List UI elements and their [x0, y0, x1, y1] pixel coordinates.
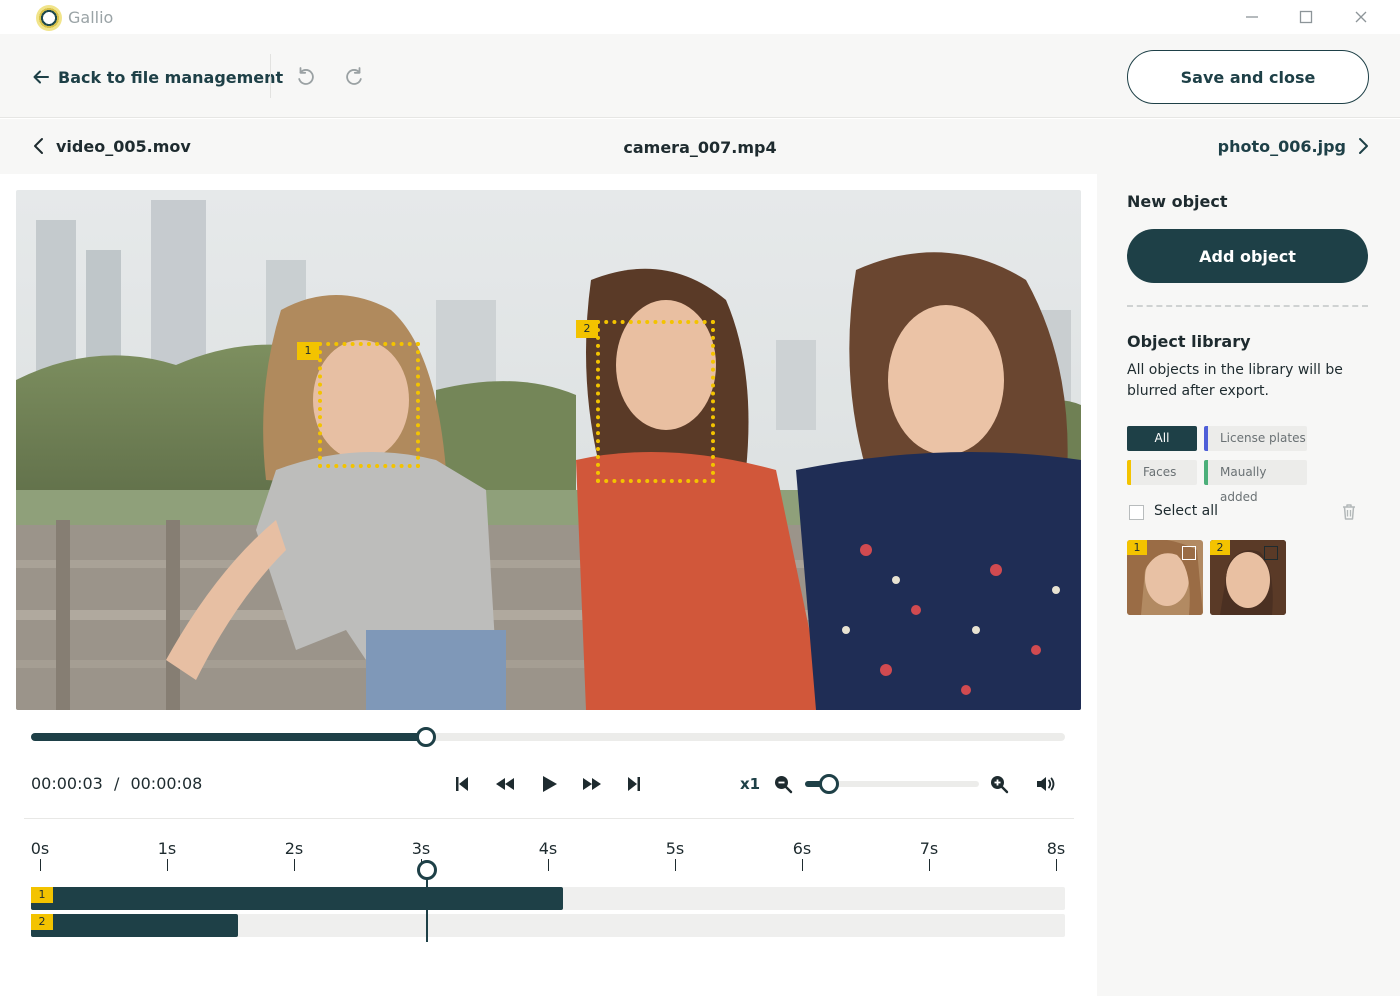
previous-file-link[interactable]: video_005.mov [32, 136, 191, 156]
progress-fill [31, 733, 426, 741]
new-object-heading: New object [1127, 192, 1228, 211]
minimize-icon[interactable] [1241, 6, 1263, 28]
detection-tag-2: 2 [576, 320, 598, 338]
back-to-file-management-link[interactable]: Back to file management [32, 64, 283, 90]
app-name: Gallio [68, 8, 114, 27]
thumbnail-checkbox-1[interactable] [1182, 546, 1196, 560]
gallio-logo-icon [36, 5, 62, 31]
zoom-slider-handle[interactable] [819, 774, 839, 794]
select-all-label: Select all [1154, 503, 1218, 519]
add-object-button[interactable]: Add object [1127, 229, 1368, 283]
volume-icon[interactable] [1034, 772, 1058, 796]
timeline-tick-label: 1s [157, 839, 177, 858]
timeline-tick-mark [548, 859, 549, 871]
filter-manually-added[interactable]: Maually added [1204, 460, 1307, 504]
timeline-tick-mark [1056, 859, 1057, 871]
timeline-tick-label: 8s [1046, 839, 1066, 858]
time-readout: 00:00:03 / 00:00:08 [31, 774, 202, 793]
current-time: 00:00:03 [31, 774, 103, 793]
filter-faces[interactable]: Faces [1127, 460, 1197, 485]
timeline-tick-label: 5s [665, 839, 685, 858]
rewind-icon[interactable] [493, 772, 517, 796]
redo-icon[interactable] [342, 64, 366, 88]
object-thumbnail-1[interactable]: 1 [1127, 540, 1203, 615]
chevron-right-icon [1359, 138, 1368, 154]
total-time: 00:00:08 [130, 774, 203, 793]
chevron-left-icon [34, 138, 43, 154]
timeline-segment-2[interactable] [31, 914, 239, 937]
timeline-tick-mark [294, 859, 295, 871]
thumbnail-checkbox-2[interactable] [1264, 546, 1278, 560]
playback-speed-button[interactable]: x1 [740, 775, 760, 793]
timeline-playhead-handle[interactable] [417, 860, 438, 880]
zoom-out-icon[interactable] [772, 773, 796, 797]
current-file-name: camera_007.mp4 [623, 138, 777, 157]
zoom-in-icon[interactable] [988, 773, 1012, 797]
save-and-close-button[interactable]: Save and close [1127, 50, 1369, 104]
progress-handle[interactable] [416, 727, 436, 747]
play-icon[interactable] [537, 772, 561, 796]
timeline-tick-mark [802, 859, 803, 871]
timeline-tick-mark [675, 859, 676, 871]
timeline-tick-label: 7s [919, 839, 939, 858]
skip-end-icon[interactable] [622, 772, 646, 796]
trash-icon[interactable] [1339, 502, 1359, 522]
timeline-tick-label: 3s [411, 839, 431, 858]
arrow-left-icon [33, 70, 49, 84]
filter-all[interactable]: All [1127, 426, 1197, 451]
timeline-tick-mark [40, 859, 41, 871]
next-file-link[interactable]: photo_006.jpg [1200, 136, 1370, 156]
thumbnail-tag-1: 1 [1127, 540, 1147, 555]
toolbar-divider [270, 54, 271, 98]
undo-icon[interactable] [294, 64, 318, 88]
timeline-segment-1[interactable] [31, 887, 564, 910]
timeline-track-tag-1: 1 [31, 887, 53, 903]
timeline-tick-label: 4s [538, 839, 558, 858]
detection-box-2[interactable] [596, 320, 715, 483]
sidebar-divider [1127, 305, 1368, 307]
filter-license-plates[interactable]: License plates [1204, 426, 1307, 451]
object-library-heading: Object library [1127, 332, 1251, 351]
controls-divider [24, 818, 1074, 819]
timeline-tick-mark [929, 859, 930, 871]
select-all-checkbox[interactable] [1129, 505, 1144, 520]
next-file-name: photo_006.jpg [1217, 136, 1346, 156]
title-bar [0, 0, 1400, 34]
time-separator: / [113, 774, 120, 793]
object-library-description: All objects in the library will be blurr… [1127, 362, 1343, 399]
timeline-track-tag-2: 2 [31, 914, 53, 930]
thumbnail-tag-2: 2 [1210, 540, 1230, 555]
timeline-tick-label: 2s [284, 839, 304, 858]
timeline-tick-mark [167, 859, 168, 871]
back-label: Back to file management [58, 67, 284, 87]
video-frame[interactable]: 1 2 [16, 190, 1081, 710]
object-thumbnail-2[interactable]: 2 [1210, 540, 1286, 615]
close-icon[interactable] [1350, 6, 1372, 28]
fast-forward-icon[interactable] [580, 772, 604, 796]
timeline-tick-label: 0s [30, 839, 50, 858]
video-still-image [16, 190, 1081, 710]
detection-tag-1: 1 [297, 342, 319, 360]
maximize-icon[interactable] [1295, 6, 1317, 28]
timeline-playhead-line [426, 870, 429, 942]
detection-box-1[interactable] [318, 342, 420, 468]
timeline-tick-label: 6s [792, 839, 812, 858]
skip-start-icon[interactable] [450, 772, 474, 796]
previous-file-name: video_005.mov [56, 136, 191, 156]
